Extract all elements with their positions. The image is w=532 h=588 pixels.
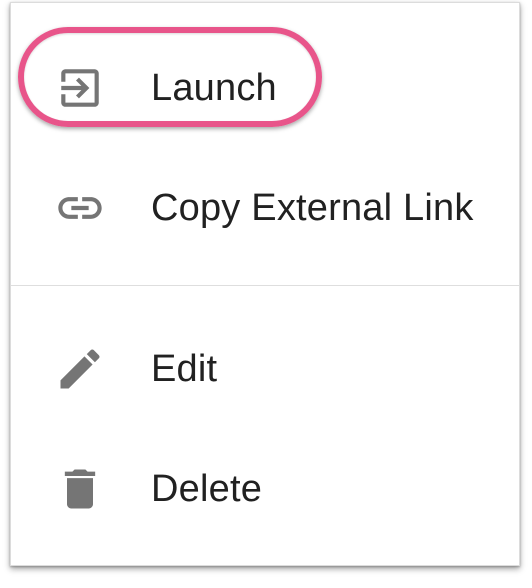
link-icon [53, 181, 107, 235]
menu-divider [11, 285, 519, 286]
context-menu: Launch Copy External Link Edit Delete [10, 2, 520, 566]
menu-item-launch[interactable]: Launch [11, 28, 519, 148]
menu-item-delete[interactable]: Delete [11, 429, 519, 549]
menu-item-label: Copy External Link [151, 186, 474, 229]
launch-icon [53, 61, 107, 115]
menu-item-label: Delete [151, 467, 263, 510]
pencil-icon [53, 342, 107, 396]
menu-item-label: Launch [151, 66, 277, 109]
menu-item-edit[interactable]: Edit [11, 309, 519, 429]
trash-icon [53, 462, 107, 516]
menu-item-copy-external-link[interactable]: Copy External Link [11, 148, 519, 268]
menu-item-label: Edit [151, 347, 218, 390]
